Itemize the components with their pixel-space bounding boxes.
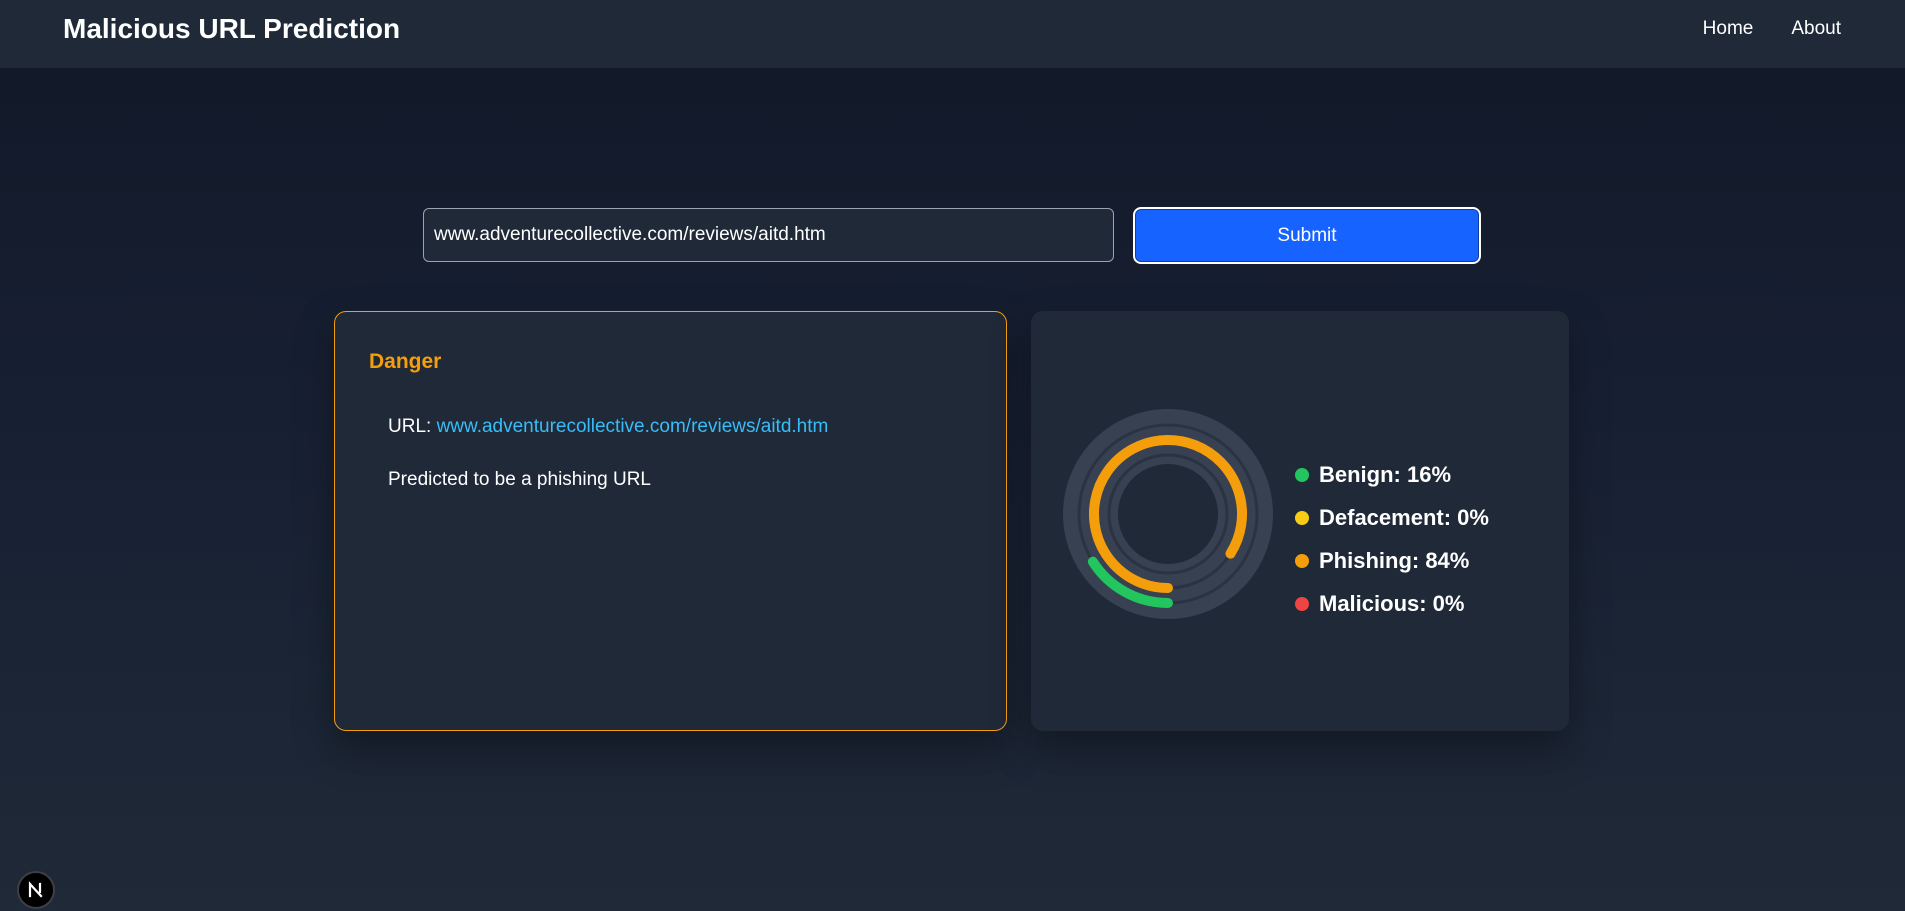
chart-legend: Benign: 16% Defacement: 0% Phishing: 84%… xyxy=(1295,453,1489,625)
defacement-dot-icon xyxy=(1295,510,1309,525)
legend-item-malicious: Malicious: 0% xyxy=(1295,582,1489,625)
app-title: Malicious URL Prediction xyxy=(63,13,401,44)
nav-links: Home About xyxy=(1703,17,1841,41)
nextjs-logo-icon[interactable] xyxy=(17,871,55,909)
prediction-chart-card: Benign: 16% Defacement: 0% Phishing: 84%… xyxy=(1031,311,1569,731)
submit-button[interactable]: Submit xyxy=(1133,207,1481,264)
top-navbar: Malicious URL Prediction Home About xyxy=(0,0,1905,68)
prediction-radial-chart xyxy=(1063,409,1273,619)
legend-item-defacement: Defacement: 0% xyxy=(1295,496,1489,539)
legend-label-phishing: Phishing: 84% xyxy=(1319,547,1470,573)
legend-item-benign: Benign: 16% xyxy=(1295,453,1489,496)
legend-item-phishing: Phishing: 84% xyxy=(1295,539,1489,582)
legend-label-benign: Benign: 16% xyxy=(1319,461,1452,487)
result-url-line: URL: www.adventurecollective.com/reviews… xyxy=(388,416,828,438)
benign-dot-icon xyxy=(1295,467,1309,482)
nav-home-link[interactable]: Home xyxy=(1703,17,1754,41)
nav-about-link[interactable]: About xyxy=(1791,17,1841,41)
legend-label-malicious: Malicious: 0% xyxy=(1319,590,1465,616)
result-message: Predicted to be a phishing URL xyxy=(388,469,651,490)
result-status: Danger xyxy=(369,350,442,373)
phishing-dot-icon xyxy=(1295,553,1309,568)
result-card: Danger URL: www.adventurecollective.com/… xyxy=(334,311,1007,731)
result-url-prefix: URL: xyxy=(388,416,432,437)
chart-center xyxy=(1118,464,1218,564)
legend-label-defacement: Defacement: 0% xyxy=(1319,504,1489,530)
result-url-link[interactable]: www.adventurecollective.com/reviews/aitd… xyxy=(437,416,829,437)
n-letter-icon xyxy=(28,881,43,898)
malicious-dot-icon xyxy=(1295,596,1309,611)
url-input[interactable] xyxy=(423,208,1114,262)
